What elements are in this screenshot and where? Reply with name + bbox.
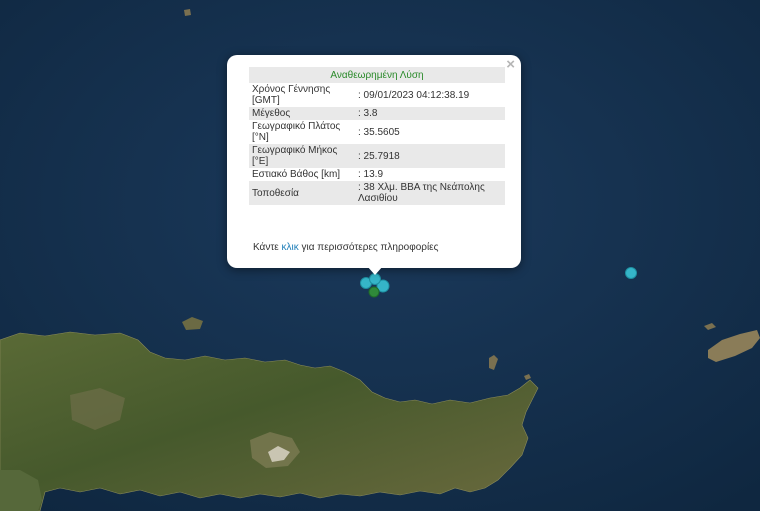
more-info-link[interactable]: κλικ [282,242,299,253]
location-value: : 38 Χλμ. ΒΒΑ της Νεάπολης Λασιθίου [355,181,505,205]
close-icon[interactable]: × [506,57,515,73]
more-info-prefix: Κάντε [253,242,282,253]
more-info-suffix: για περισσότερες πληροφορίες [298,242,439,253]
popup-tip [367,266,383,275]
latitude-value: : 35.5605 [358,126,400,138]
origin-time-value: : 09/01/2023 04:12:38.19 [358,89,470,101]
depth-label: Εστιακό Βάθος [km] [252,169,341,180]
islet [184,9,191,16]
more-info-line: Κάντε κλικ για περισσότερες πληροφορίες [253,242,438,253]
magnitude-label: Μέγεθος [249,107,355,120]
location-label: Τοποθεσία [249,181,355,205]
magnitude-value: : 3.8 [355,107,505,120]
earthquake-info-popup: × Αναθεωρημένη Λύση Χρόνος Γέννησης [GMT… [227,55,521,275]
earthquake-marker[interactable] [625,267,637,279]
depth-value: : 13.9 [358,169,384,180]
info-table: Αναθεωρημένη Λύση Χρόνος Γέννησης [GMT] … [249,67,505,205]
earthquake-marker[interactable] [369,273,381,285]
popup-title: Αναθεωρημένη Λύση [249,67,505,83]
longitude-label: Γεωγραφικό Μήκος [°E] [249,144,355,168]
latitude-label: Γεωγραφικό Πλάτος [°N] [252,121,341,143]
earthquake-marker-selected[interactable] [368,286,380,298]
longitude-value: : 25.7918 [355,144,505,168]
origin-time-label: Χρόνος Γέννησης [GMT] [252,84,331,106]
